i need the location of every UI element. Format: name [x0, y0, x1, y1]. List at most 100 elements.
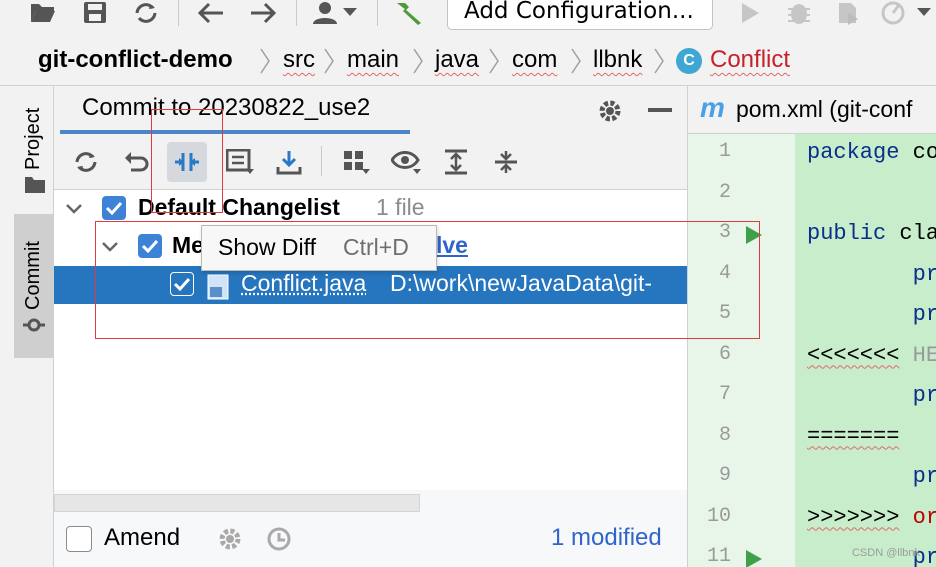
gutter-line: 1: [688, 134, 795, 175]
sync-icon[interactable]: [131, 0, 161, 26]
line-number: 8: [719, 424, 731, 447]
breadcrumb: git-conflict-demo src main java com llbn…: [0, 38, 936, 86]
line-number: 6: [719, 343, 731, 366]
line-number: 9: [719, 464, 731, 487]
line-number: 7: [719, 383, 731, 406]
line-number: 10: [707, 505, 731, 528]
breadcrumb-com[interactable]: com: [512, 46, 557, 74]
changelist-checkbox[interactable]: [102, 196, 126, 220]
modified-files-link[interactable]: 1 modified: [551, 524, 662, 552]
commit-tool-tab[interactable]: Commit: [14, 214, 54, 358]
code-line: package co: [807, 140, 936, 181]
gutter-line: 2: [688, 175, 795, 216]
gutter-line: 8: [688, 418, 795, 459]
rollback-icon[interactable]: [116, 142, 156, 182]
file-name: Conflict.java: [241, 270, 366, 297]
coverage-icon[interactable]: [834, 0, 864, 26]
commit-options-gear-icon[interactable]: [217, 526, 243, 552]
breadcrumb-llbnk[interactable]: llbnk: [593, 46, 642, 74]
project-tool-tab[interactable]: Project: [14, 86, 54, 204]
horizontal-scrollbar[interactable]: [54, 494, 420, 512]
group-checkbox[interactable]: [138, 234, 162, 258]
tooltip-shortcut: Ctrl+D: [343, 234, 409, 261]
code-editor: m pom.xml (git-conf 1 2 3 4 5 6 7 8 9 10 11 packag…: [687, 86, 936, 567]
line-number: 4: [719, 262, 731, 285]
commit-panel: Commit to 20230822_use2 Default Changeli…: [54, 86, 687, 567]
add-configuration-button[interactable]: Add Configuration...: [447, 0, 713, 30]
commit-panel-title[interactable]: Commit to 20230822_use2: [82, 94, 370, 122]
gutter-line: 3: [688, 215, 795, 256]
minimize-icon[interactable]: [648, 108, 672, 112]
file-row-conflict-java[interactable]: Conflict.java D:\work\newJavaData\git-: [54, 266, 687, 304]
update-download-icon[interactable]: [269, 142, 309, 182]
commit-panel-header: Commit to 20230822_use2: [54, 86, 687, 134]
gutter-line: 11: [688, 539, 795, 567]
forward-icon[interactable]: [248, 0, 278, 26]
code-line: pr: [807, 383, 936, 424]
breadcrumb-project[interactable]: git-conflict-demo: [38, 46, 233, 74]
editor-tab-label: pom.xml (git-conf: [736, 96, 912, 123]
class-icon: C: [676, 48, 702, 74]
profiler-icon[interactable]: [880, 0, 910, 26]
tooltip-label: Show Diff: [218, 234, 316, 261]
run-gutter-icon[interactable]: [745, 549, 763, 567]
group-label-prefix: Me: [172, 232, 204, 259]
gutter-line: 6: [688, 337, 795, 378]
run-icon[interactable]: [735, 0, 765, 26]
chevron-right-icon: [653, 47, 665, 75]
code-line: pr: [807, 302, 936, 343]
gutter-line: 4: [688, 256, 795, 297]
left-tool-strip: Project Commit: [0, 86, 54, 567]
gutter-line: 7: [688, 377, 795, 418]
gutter-line: 10: [688, 499, 795, 540]
refresh-icon[interactable]: [66, 142, 106, 182]
settings-gear-icon[interactable]: [597, 98, 623, 124]
main-toolbar: Add Configuration...: [0, 0, 936, 36]
debug-icon[interactable]: [784, 0, 814, 26]
chevron-right-icon: [259, 47, 271, 75]
breadcrumb-conflict-class[interactable]: Conflict: [710, 46, 790, 74]
history-clock-icon[interactable]: [266, 526, 292, 552]
code-line: >>>>>>> or: [807, 505, 936, 546]
run-gutter-icon[interactable]: [745, 225, 763, 245]
editor-tab-pom-xml[interactable]: m pom.xml (git-conf: [688, 86, 936, 134]
editor-gutter: 1 2 3 4 5 6 7 8 9 10 11: [688, 134, 795, 567]
amend-checkbox[interactable]: [66, 526, 92, 552]
line-number: 11: [707, 545, 731, 567]
folder-icon: [24, 176, 46, 194]
open-folder-icon[interactable]: [28, 0, 58, 26]
view-options-eye-icon[interactable]: [386, 142, 426, 182]
line-number: 1: [719, 140, 731, 163]
breadcrumb-java[interactable]: java: [435, 46, 479, 74]
editor-code-area[interactable]: package co public cla pr pr <<<<<<< HE pr =…: [795, 134, 936, 567]
breadcrumb-main[interactable]: main: [347, 46, 399, 74]
collapse-all-icon[interactable]: [486, 142, 526, 182]
chevron-right-icon: [488, 47, 500, 75]
breadcrumb-src[interactable]: src: [283, 46, 315, 74]
chevron-right-icon: [323, 47, 335, 75]
code-line: public cla: [807, 221, 936, 262]
amend-label[interactable]: Amend: [104, 524, 180, 552]
back-icon[interactable]: [196, 0, 226, 26]
more-icon[interactable]: [912, 0, 936, 26]
group-by-icon[interactable]: [336, 142, 376, 182]
maven-icon: m: [700, 92, 725, 124]
chevron-down-icon[interactable]: [64, 199, 84, 219]
watermark: CSDN @llbnk: [852, 547, 920, 559]
changelist-row[interactable]: Default Changelist 1 file: [54, 190, 687, 228]
build-hammer-icon[interactable]: [394, 0, 424, 26]
java-file-icon: [206, 274, 230, 300]
file-checkbox[interactable]: [170, 272, 194, 296]
user-icon[interactable]: [310, 0, 340, 26]
project-tab-label: Project: [22, 108, 45, 170]
resolve-link[interactable]: lve: [436, 232, 468, 259]
code-line: pr: [807, 262, 936, 303]
code-line: <<<<<<< HE: [807, 343, 936, 384]
expand-all-icon[interactable]: [436, 142, 476, 182]
chevron-down-icon[interactable]: [100, 237, 120, 257]
code-line: pr: [807, 464, 936, 505]
changelist-icon[interactable]: [220, 142, 260, 182]
chevron-down-icon[interactable]: [338, 0, 362, 26]
save-icon[interactable]: [80, 0, 110, 26]
show-diff-button[interactable]: [167, 142, 207, 182]
